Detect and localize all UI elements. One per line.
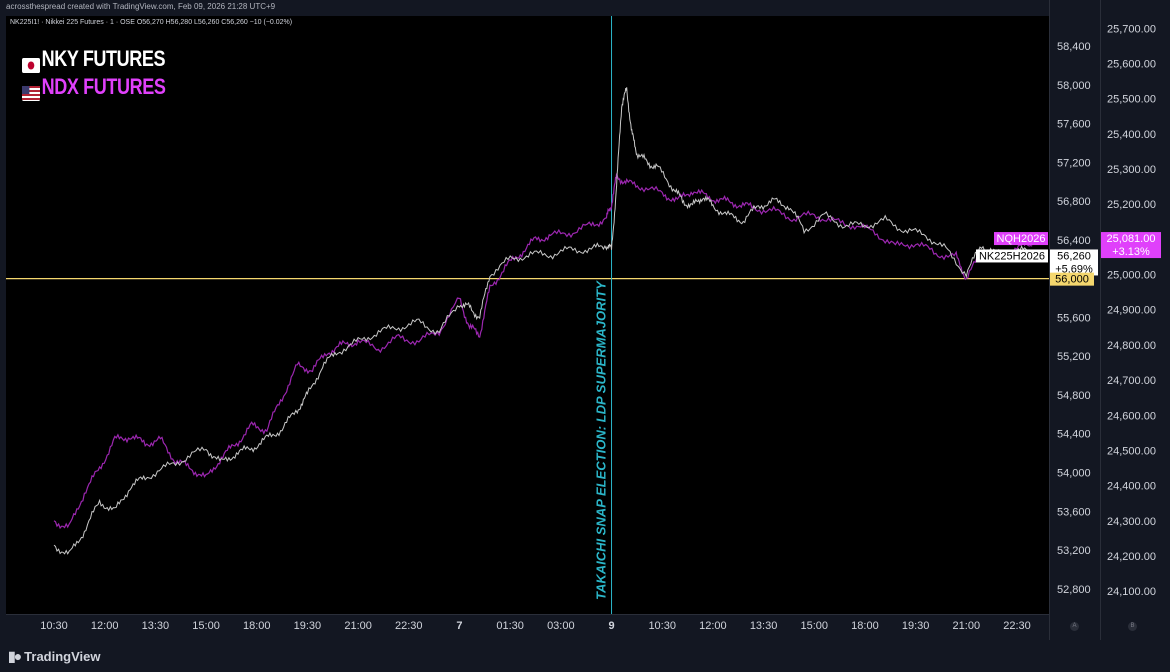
x-axis-tick-label: 22:30	[1003, 620, 1031, 632]
x-axis-tick-label: 12:00	[91, 620, 119, 632]
x-axis-tick-label: 7	[456, 620, 462, 632]
left-axis-tick-label: 52,800	[1057, 584, 1091, 596]
right-axis-tick-label: 24,100.00	[1107, 586, 1156, 598]
left-axis-tick-label: 56,400	[1057, 235, 1091, 247]
x-axis-tick-label: 19:30	[294, 620, 322, 632]
left-axis-tick-label: 57,200	[1057, 157, 1091, 169]
right-axis-tick-label: 25,200.00	[1107, 199, 1156, 211]
nk-last-value: 56,260	[1057, 250, 1091, 262]
right-axis-tick-label: 24,900.00	[1107, 305, 1156, 317]
right-axis-border	[1100, 0, 1101, 640]
tradingview-mark-icon: ▮●	[8, 648, 22, 664]
x-axis-tick-label: 9	[608, 620, 614, 632]
left-axis-tick-label: 53,600	[1057, 506, 1091, 518]
left-axis-tick-label: 54,000	[1057, 467, 1091, 479]
right-axis-tick-label: 24,400.00	[1107, 481, 1156, 493]
left-axis-tick-label: 55,200	[1057, 351, 1091, 363]
x-axis-tick-label: 21:00	[344, 620, 372, 632]
nk-name-tag: NK225H2026	[979, 250, 1045, 262]
x-axis-tick-label: 19:30	[902, 620, 930, 632]
left-axis-tick-label: 58,400	[1057, 41, 1091, 53]
x-axis-tick-label: 15:00	[800, 620, 828, 632]
x-axis-tick-label: 03:00	[547, 620, 575, 632]
x-axis-tick-label: 22:30	[395, 620, 423, 632]
left-axis-tick-label: 56,800	[1057, 196, 1091, 208]
right-axis-tick-label: 25,300.00	[1107, 164, 1156, 176]
right-axis-tick-label: 24,500.00	[1107, 445, 1156, 457]
left-axis-tick-label: 55,600	[1057, 312, 1091, 324]
x-axis-tick-label: 15:00	[192, 620, 220, 632]
left-axis-tick-label: 53,200	[1057, 545, 1091, 557]
x-axis-tick-label: 10:30	[648, 620, 676, 632]
left-axis-tick-label: 58,000	[1057, 80, 1091, 92]
x-axis-tick-label: 18:00	[851, 620, 879, 632]
x-axis-tick-label: 10:30	[40, 620, 68, 632]
nqh-change: +3.13%	[1112, 246, 1150, 258]
time-axis-border	[6, 614, 1049, 615]
x-axis-tick-label: 13:30	[142, 620, 170, 632]
right-axis-tick-label: 25,700.00	[1107, 23, 1156, 35]
right-axis-tick-label: 25,500.00	[1107, 94, 1156, 106]
right-axis-tick-label: 25,000.00	[1107, 270, 1156, 282]
right-axis-tick-label: 24,700.00	[1107, 375, 1156, 387]
nqh-last-value: 25,081.00	[1107, 233, 1156, 245]
x-axis-tick-label: 21:00	[953, 620, 981, 632]
nqh-name-tag: NQH2026	[997, 233, 1046, 245]
series-line-nqh2026	[53, 173, 1033, 530]
right-axis-tick-label: 25,400.00	[1107, 129, 1156, 141]
x-axis-tick-label: 13:30	[750, 620, 778, 632]
left-axis-tick-label: 54,400	[1057, 429, 1091, 441]
left-axis-border	[1049, 0, 1050, 640]
footer-bar	[0, 640, 1170, 672]
hline-label: 56,000	[1055, 274, 1089, 286]
right-axis-tick-label: 24,800.00	[1107, 340, 1156, 352]
right-axis-tick-label: 25,600.00	[1107, 58, 1156, 70]
tradingview-brand: TradingView	[24, 649, 101, 664]
left-axis-tick-label: 57,600	[1057, 119, 1091, 131]
x-axis-tick-label: 18:00	[243, 620, 271, 632]
right-axis-tick-label: 24,200.00	[1107, 551, 1156, 563]
left-axis-tick-label: 54,800	[1057, 390, 1091, 402]
x-axis-tick-label: 01:30	[496, 620, 524, 632]
right-axis-tick-label: 24,300.00	[1107, 516, 1156, 528]
auto-scale-left-button[interactable]: A	[1070, 622, 1079, 631]
auto-scale-right-button[interactable]: B	[1128, 622, 1137, 631]
right-axis-tick-label: 24,600.00	[1107, 410, 1156, 422]
tradingview-logo[interactable]: ▮● TradingView	[8, 648, 101, 665]
x-axis-tick-label: 12:00	[699, 620, 727, 632]
chart-svg: 52,800 53,200 53,600 54,000 54,400 54,800 55,2…	[6, 0, 1161, 640]
event-annotation-text: TAKAICHI SNAP ELECTION: LDP SUPERMAJORIT…	[594, 280, 609, 600]
series-line-nk225h2026	[53, 87, 1033, 555]
